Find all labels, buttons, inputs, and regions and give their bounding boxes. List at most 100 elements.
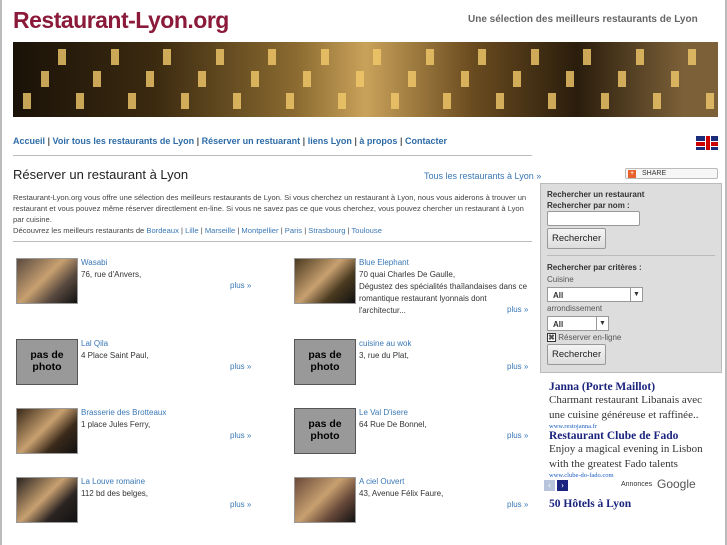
banner-window: [478, 49, 486, 65]
more-link[interactable]: plus »: [507, 431, 528, 440]
city-link[interactable]: Montpellier: [241, 226, 278, 235]
more-link[interactable]: plus »: [507, 500, 528, 509]
more-link[interactable]: plus »: [507, 362, 528, 371]
banner-window: [215, 49, 224, 65]
restaurant-address: 43, Avenue Félix Faure,: [359, 489, 444, 498]
no-photo-placeholder[interactable]: pas de photo: [16, 339, 78, 385]
all-restaurants-link[interactable]: Tous les restaurants à Lyon »: [424, 171, 541, 181]
city-link[interactable]: Toulouse: [352, 226, 382, 235]
restaurant-photo[interactable]: [16, 477, 78, 523]
ad-url[interactable]: www.restojanna.fr: [549, 423, 709, 430]
banner-window: [495, 93, 504, 109]
banner-window: [180, 93, 189, 109]
divider: [13, 241, 532, 242]
restaurant-address: 76, rue d'Anvers,: [81, 270, 142, 279]
restaurant-name[interactable]: La Louve romaine: [81, 477, 145, 486]
banner-window: [600, 93, 609, 109]
nav-link[interactable]: Contacter: [405, 136, 447, 146]
restaurant-address: 1 place Jules Ferry,: [81, 420, 151, 429]
ad-item: Restaurant Clube de Fado Enjoy a magical …: [549, 430, 709, 479]
nav-link[interactable]: liens Lyon: [308, 136, 352, 146]
english-flag-icon[interactable]: [696, 136, 718, 150]
restaurant-photo[interactable]: [16, 258, 78, 304]
nav-link[interactable]: Réserver un restuarant: [202, 136, 301, 146]
restaurant-name[interactable]: Brasserie des Brotteaux: [81, 408, 166, 417]
ad-block: Janna (Porte Maillot) Charmant restaurant…: [544, 381, 709, 510]
main-nav: Accueil | Voir tous les restaurants de L…: [13, 136, 447, 146]
more-link[interactable]: plus »: [230, 431, 251, 440]
banner-window: [390, 93, 399, 109]
banner-window: [635, 49, 644, 65]
restaurant-description: Dégustez des spécialités thaïlandaises d…: [359, 282, 528, 315]
banner-window: [198, 71, 206, 87]
nav-link[interactable]: Voir tous les restaurants de Lyon: [53, 136, 195, 146]
more-link[interactable]: plus »: [507, 305, 528, 314]
online-checkbox-row[interactable]: ✖ Réserver en-ligne: [547, 333, 715, 342]
restaurant-name[interactable]: Blue Elephant: [359, 258, 409, 267]
nav-link[interactable]: à propos: [359, 136, 397, 146]
restaurant-address: 64 Rue De Bonnel,: [359, 420, 427, 429]
restaurant-name[interactable]: Wasabi: [81, 258, 107, 267]
restaurant-photo[interactable]: [16, 408, 78, 454]
intro-text: Restaurant-Lyon.org vous offre une sélec…: [13, 193, 527, 235]
ad-title[interactable]: Restaurant Clube de Fado: [549, 430, 709, 442]
banner-window: [705, 93, 714, 109]
banner-window: [355, 71, 364, 87]
search-by-criteria-button[interactable]: Rechercher: [547, 344, 607, 365]
ad-body: Charmant restaurant Libanais avec une cu…: [549, 394, 703, 421]
search-by-name-button[interactable]: Rechercher: [547, 228, 607, 249]
city-link[interactable]: Marseille: [205, 226, 235, 235]
restaurant-address: 112 bd des belges,: [81, 489, 149, 498]
banner-window: [373, 49, 381, 65]
restaurant-address: 3, rue du Plat,: [359, 351, 409, 360]
restaurant-photo[interactable]: [294, 477, 356, 523]
ad-title[interactable]: Janna (Porte Maillot): [549, 381, 709, 393]
banner-window: [513, 71, 521, 87]
city-link[interactable]: Paris: [285, 226, 302, 235]
prev-ad-icon[interactable]: ‹: [544, 480, 555, 491]
banner-window: [548, 93, 556, 109]
banner-image: [13, 42, 718, 117]
divider: [13, 155, 532, 156]
city-link[interactable]: Lille: [185, 226, 199, 235]
search-title: Rechercher un restaurant: [547, 190, 645, 199]
next-ad-icon[interactable]: ›: [557, 480, 568, 491]
restaurant-item: La Louve romaine 112 bd des belges, plus »: [16, 477, 256, 537]
banner-window: [408, 71, 416, 87]
city-link[interactable]: Strasbourg: [308, 226, 345, 235]
restaurant-item: pas de photo Le Val D'isere 64 Rue De Bonn…: [294, 408, 534, 468]
page-title: Réserver un restaurant à Lyon: [13, 167, 189, 182]
checkbox-checked-icon[interactable]: ✖: [547, 333, 556, 342]
banner-window: [285, 93, 294, 109]
banner-window: [128, 93, 136, 109]
restaurant-photo[interactable]: [294, 258, 356, 304]
ad-title[interactable]: 50 Hôtels à Lyon: [549, 498, 709, 510]
restaurant-name[interactable]: Le Val D'isere: [359, 408, 408, 417]
banner-window: [303, 71, 311, 87]
restaurant-name[interactable]: Lal Qila: [81, 339, 108, 348]
banner-window: [583, 49, 591, 65]
more-link[interactable]: plus »: [230, 500, 251, 509]
restaurant-name[interactable]: cuisine au wok: [359, 339, 411, 348]
banner-window: [163, 49, 171, 65]
arrondissement-label: arrondissement: [547, 304, 603, 313]
restaurant-name[interactable]: A ciel Ouvert: [359, 477, 404, 486]
google-logo: Google: [657, 477, 696, 491]
city-link[interactable]: Bordeaux: [146, 226, 179, 235]
chevron-down-icon: ▼: [596, 317, 608, 330]
more-link[interactable]: plus »: [230, 362, 251, 371]
site-title[interactable]: Restaurant-Lyon.org: [13, 7, 229, 34]
no-photo-placeholder[interactable]: pas de photo: [294, 339, 356, 385]
banner-window: [460, 71, 469, 87]
share-button[interactable]: SHARE: [625, 168, 718, 179]
restaurant-name-input[interactable]: [547, 211, 640, 226]
banner-window: [93, 71, 101, 87]
cuisine-select[interactable]: All ▼: [547, 287, 643, 302]
banner-window: [250, 71, 259, 87]
no-photo-placeholder[interactable]: pas de photo: [294, 408, 356, 454]
more-link[interactable]: plus »: [230, 281, 251, 290]
banner-window: [75, 93, 84, 109]
nav-link[interactable]: Accueil: [13, 136, 45, 146]
divider: [547, 255, 715, 256]
arrondissement-select[interactable]: All ▼: [547, 316, 609, 331]
